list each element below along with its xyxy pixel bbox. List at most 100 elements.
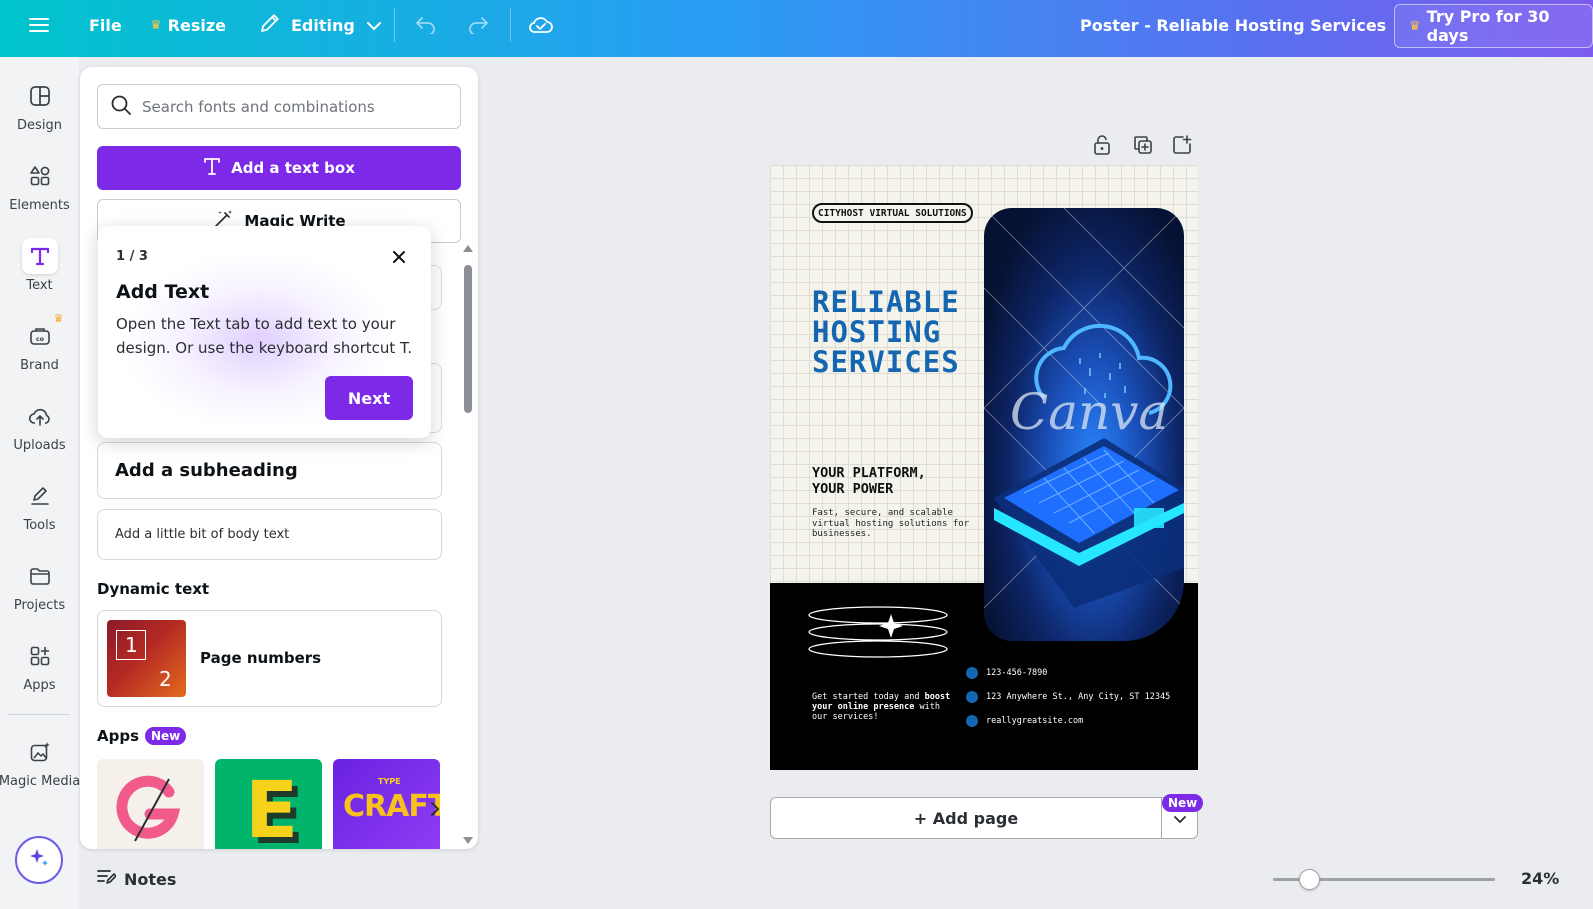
poster-tagline[interactable]: YOUR PLATFORM, YOUR POWER [812,465,926,497]
cloud-saved-icon[interactable] [528,12,554,38]
contact-website[interactable]: reallygreatsite.com [966,715,1083,727]
add-text-box-label: Add a text box [231,159,355,177]
app-tile-g[interactable] [97,759,204,849]
rail-item-text[interactable]: Text [0,238,79,308]
crown-icon: ♛ [53,312,64,325]
add-page-icon[interactable] [1171,134,1193,156]
typecraft-small-label: TYPE [378,777,401,786]
poster-description[interactable]: Fast, secure, and scalable virtual hosti… [812,508,982,540]
zoom-level[interactable]: 24% [1521,869,1559,888]
lock-icon[interactable] [1091,134,1113,156]
sparkle-icon [27,846,51,874]
panel-scrollbar[interactable] [463,245,473,844]
contact-phone[interactable]: 123-456-7890 [966,667,1047,679]
tooltip-title: Add Text [116,281,210,303]
rail-item-elements[interactable]: Elements [0,158,79,228]
rail-item-uploads[interactable]: Uploads [0,398,79,468]
tooltip-step: 1 / 3 [116,249,148,264]
magic-assistant-button[interactable] [15,836,63,884]
resize-label: Resize [167,15,226,35]
top-bar: File ♛ Resize Editing Poster - Reliable … [0,0,1593,57]
app-tile-typecraft[interactable]: TYPE CRAFT [333,759,440,849]
rail-item-magic-media[interactable]: Magic Media [0,734,80,804]
notes-label: Notes [124,869,177,889]
folder-icon [22,558,58,594]
tagline-line: YOUR PLATFORM, [812,465,926,481]
menu-icon[interactable] [26,12,52,38]
chevron-right-icon[interactable] [430,801,440,821]
headline-line: HOSTING [812,315,942,349]
font-search-input[interactable] [142,97,442,116]
poster-brand-pill[interactable]: CITYHOST VIRTUAL SOLUTIONS [812,203,973,223]
notes-button[interactable]: Notes [96,868,176,890]
close-icon[interactable] [388,246,410,268]
apps-title: Apps [97,727,140,745]
poster-cta-text[interactable]: Get started today and boost your online … [812,692,957,722]
shapes-icon [22,158,58,194]
undo-icon[interactable] [413,12,439,38]
zoom-slider-handle[interactable] [1299,869,1321,890]
new-badge: New [1162,794,1204,812]
notes-icon [96,868,117,890]
add-page-button[interactable]: + Add page [770,797,1162,839]
apps-grid-icon [22,638,58,674]
tagline-line: YOUR POWER [812,481,894,497]
editing-mode-dropdown[interactable]: Editing [259,0,381,50]
layout-icon [22,78,58,114]
cta-text: Get started today and [812,692,925,702]
rail-item-projects[interactable]: Projects [0,558,79,628]
rail-item-apps[interactable]: Apps [0,638,79,708]
contact-text: 123 Anywhere St., Any City, ST 12345 [986,692,1171,702]
new-badge: New [145,727,187,745]
add-subheading-button[interactable]: Add a subheading [97,442,442,499]
rail-label: Design [17,118,62,133]
rail-item-design[interactable]: Design [0,78,79,148]
pen-icon [22,478,58,514]
contact-address[interactable]: 123 Anywhere St., Any City, ST 12345 [966,691,1170,703]
add-body-text-label: Add a little bit of body text [115,527,290,542]
resize-button[interactable]: ♛ Resize [150,0,226,50]
add-text-box-button[interactable]: Add a text box [97,146,461,190]
try-pro-button[interactable]: ♛ Try Pro for 30 days [1394,4,1593,48]
rail-divider [8,714,70,715]
tooltip-next-button[interactable]: Next [325,376,413,420]
phone-bullet-icon [966,667,978,679]
cloud-upload-icon [22,398,58,434]
file-menu[interactable]: File [89,0,122,50]
contact-text: reallygreatsite.com [986,716,1084,726]
scroll-up-icon[interactable] [463,245,473,252]
app-tile-e[interactable]: E [215,759,322,849]
poster-page[interactable]: CITYHOST VIRTUAL SOLUTIONS RELIABLE HOST… [770,165,1198,770]
poster-hero-image[interactable]: Canva [984,208,1184,641]
chevron-down-icon [366,16,381,35]
file-label: File [89,15,122,35]
g-logo-icon [116,775,181,842]
duplicate-page-icon[interactable] [1132,134,1154,156]
poster-headline[interactable]: RELIABLE HOSTING SERVICES [812,287,960,377]
magic-media-icon [22,734,58,770]
typecraft-label: CRAFT [343,789,440,824]
text-icon [203,156,221,180]
crown-icon: ♛ [150,17,162,33]
document-title[interactable]: Poster - Reliable Hosting Services [1080,0,1386,50]
font-search[interactable] [97,84,461,129]
rail-item-tools[interactable]: Tools [0,478,79,548]
redo-icon[interactable] [465,12,491,38]
crown-icon: ♛ [1409,18,1421,34]
scroll-down-icon[interactable] [463,837,473,844]
svg-text:co: co [35,335,44,343]
left-rail: Design Elements Text co ♛ Brand Uploads … [0,57,80,909]
page-number-b: 2 [159,667,172,691]
website-bullet-icon [966,715,978,727]
scroll-thumb[interactable] [464,265,472,413]
page-numbers-card[interactable]: 1 2 Page numbers [97,610,442,707]
text-icon [21,238,58,274]
search-icon [110,94,132,120]
rail-label: Projects [13,598,66,613]
page-numbers-thumbnail: 1 2 [107,620,186,697]
add-page-label: + Add page [913,808,1019,828]
add-body-text-button[interactable]: Add a little bit of body text [97,509,442,560]
rail-item-brand[interactable]: co ♛ Brand [0,312,79,388]
editing-label: Editing [291,15,355,35]
tooltip-body: Open the Text tab to add text to your de… [116,315,413,357]
